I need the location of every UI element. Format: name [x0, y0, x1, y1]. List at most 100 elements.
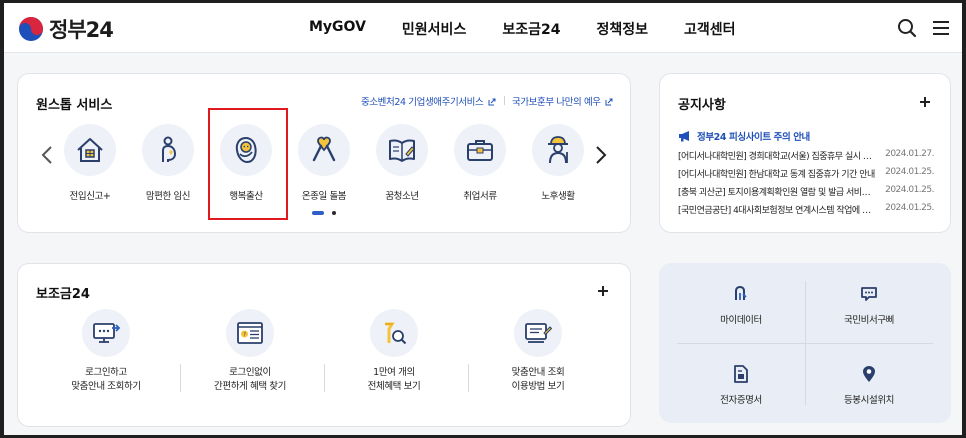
logo-text: 정부24 — [49, 18, 114, 42]
sme-lifecycle-link[interactable]: 중소벤처24 기업생애주기서비스 — [361, 94, 496, 108]
quick-facility-location[interactable]: 등봉시설위치 — [809, 365, 929, 415]
veterans-link-label: 국가보훈부 나만의 예우 — [512, 97, 601, 108]
phishing-notice-text: 정부24 피싱사이트 주의 안내 — [697, 132, 810, 143]
service-icon-bg — [454, 124, 506, 176]
svg-text:?: ? — [243, 332, 246, 338]
house-icon — [77, 138, 103, 162]
one-stop-card: 원스톱 서비스 중소벤처24 기업생애주기서비스 국가보훈부 나만의 예우 전입… — [17, 73, 631, 233]
nav-policy[interactable]: 정책정보 — [596, 19, 648, 39]
notice-item[interactable]: [충북 괴산군] 토지이용계획확인원 열람 및 발급 서비스 일시 중단 안내 … — [678, 185, 934, 199]
subsidy-label: 1만여 개의 전체혜택 보기 — [367, 367, 421, 392]
subsidy-divider — [324, 364, 325, 392]
subsidy-divider — [180, 364, 181, 392]
carousel-dot-active[interactable] — [312, 211, 324, 215]
quick-mydata[interactable]: 마이데이터 — [681, 285, 801, 335]
one-stop-title: 원스톱 서비스 — [36, 98, 113, 113]
notice-title: 공지사항 — [678, 98, 726, 113]
service-youth[interactable]: 꿈청소년 — [367, 124, 437, 214]
monitor-login-icon — [93, 323, 121, 343]
subsidy-login-search[interactable]: 로그인하고 맞춤안내 조회하기 — [33, 309, 179, 399]
service-icon-bg — [64, 124, 116, 176]
subsidy-icon-bg — [370, 309, 418, 357]
carousel-prev-icon[interactable] — [40, 144, 54, 166]
service-pregnancy[interactable]: 맘편한 임신 — [133, 124, 203, 214]
magnifier-icon — [385, 322, 407, 345]
service-label: 꿈청소년 — [385, 191, 419, 202]
service-icon-bg — [532, 124, 584, 176]
chat-icon — [861, 287, 877, 301]
quick-menu-panel: 마이데이터 국민비서구삐 전자증명서 등봉시설위치 — [659, 263, 951, 423]
notice-more-plus-icon[interactable] — [918, 95, 932, 109]
taegeuk-logo-icon — [19, 17, 43, 41]
quick-label: 마이데이터 — [720, 315, 762, 326]
page-frame: 정부24 MyGOV 민원서비스 보조금24 정책정보 고객센터 원스톱 서비스… — [4, 3, 962, 435]
site-logo[interactable]: 정부24 — [18, 14, 114, 44]
service-icon-bg — [298, 124, 350, 176]
elder-icon — [548, 136, 568, 164]
quick-label: 전자증명서 — [720, 395, 762, 406]
certificate-icon — [734, 365, 748, 383]
nav-civil-service[interactable]: 민원서비스 — [402, 19, 466, 39]
notice-item[interactable]: [어디서나대학민원] 한남대학교 동계 집중휴가 기간 안내 2024.01.2… — [678, 167, 934, 181]
location-icon — [863, 366, 875, 382]
service-retirement[interactable]: 노후생활 — [523, 124, 593, 214]
service-job-docs[interactable]: 취업서류 — [445, 124, 515, 214]
ribbon-icon — [312, 136, 336, 162]
notice-item[interactable]: [국민연금공단] 4대사회보험정보 연계시스템 작업에 따른 서비스 중단 안내… — [678, 203, 934, 217]
veterans-link[interactable]: 국가보훈부 나만의 예우 — [512, 94, 613, 108]
service-icon-bg — [142, 124, 194, 176]
carousel-next-icon[interactable] — [594, 144, 608, 166]
subsidy-no-login-search[interactable]: ? 로그인없이 간편하게 혜택 찾기 — [177, 309, 323, 399]
external-link-icon — [605, 98, 613, 106]
quick-label: 국민비서구삐 — [843, 315, 895, 326]
phishing-notice-link[interactable]: 정부24 피싱사이트 주의 안내 — [678, 129, 810, 143]
service-label: 온종일 돌봄 — [301, 191, 347, 202]
subsidy-divider — [468, 364, 469, 392]
nav-mygov[interactable]: MyGOV — [309, 19, 366, 39]
quick-divider-horizontal — [677, 343, 933, 344]
search-icon[interactable] — [896, 17, 918, 39]
carousel-pagination — [312, 211, 336, 215]
header: 정부24 MyGOV 민원서비스 보조금24 정책정보 고객센터 — [4, 3, 962, 53]
notice-item-date: 2024.01.25. — [885, 167, 934, 177]
notice-item[interactable]: [어디서나대학민원] 경희대학교(서울) 집중휴무 실시 안내 2024.01.… — [678, 149, 934, 163]
notice-item-title: [국민연금공단] 4대사회보험정보 연계시스템 작업에 따른 서비스 중단 안내 — [678, 206, 878, 216]
notice-item-title: [충북 괴산군] 토지이용계획확인원 열람 및 발급 서비스 일시 중단 안내 — [678, 188, 877, 198]
megaphone-icon — [679, 131, 689, 142]
service-all-day-care[interactable]: 온종일 돌봄 — [289, 124, 359, 214]
subsidy-more-plus-icon[interactable] — [596, 284, 610, 298]
nav-customer-center[interactable]: 고객센터 — [684, 19, 736, 39]
subsidy-label: 로그인없이 간편하게 혜택 찾기 — [214, 367, 286, 392]
nav-subsidy[interactable]: 보조금24 — [502, 19, 560, 39]
subsidy-icon-bg — [514, 309, 562, 357]
quick-gubbi[interactable]: 국민비서구삐 — [809, 285, 929, 335]
subsidy-card: 보조금24 로그인하고 맞춤안내 조회하기 ? 로그인없이 간편하게 혜택 찾기… — [17, 263, 631, 427]
notice-item-date: 2024.01.25. — [885, 185, 934, 195]
subsidy-icon-bg — [82, 309, 130, 357]
sme-lifecycle-link-label: 중소벤처24 기업생애주기서비스 — [361, 97, 484, 108]
service-icon-bg — [376, 124, 428, 176]
global-nav: MyGOV 민원서비스 보조금24 정책정보 고객센터 — [309, 19, 736, 39]
quick-e-certificate[interactable]: 전자증명서 — [681, 365, 801, 415]
menu-icon[interactable] — [930, 17, 952, 39]
service-label: 노후생활 — [541, 191, 575, 202]
selection-highlight-box — [208, 108, 288, 220]
guide-screen-icon — [525, 323, 553, 343]
subsidy-how-to-use[interactable]: 맞춤안내 조회 이용방법 보기 — [465, 309, 611, 399]
book-icon — [389, 139, 415, 162]
briefcase-icon — [467, 140, 493, 161]
notice-card: 공지사항 정부24 피싱사이트 주의 안내 [어디서나대학민원] 경희대학교(서… — [659, 73, 951, 233]
quick-label: 등봉시설위치 — [843, 395, 895, 406]
subsidy-all-benefits[interactable]: 1만여 개의 전체혜택 보기 — [321, 309, 467, 399]
notice-item-title: [어디서나대학민원] 경희대학교(서울) 집중휴무 실시 안내 — [678, 152, 878, 162]
mydata-icon — [735, 285, 747, 300]
external-link-icon — [488, 98, 496, 106]
subsidy-label: 로그인하고 맞춤안내 조회하기 — [71, 367, 141, 392]
list-search-icon: ? — [237, 322, 263, 344]
service-move-in[interactable]: 전입신고+ — [55, 124, 125, 214]
link-divider — [504, 96, 505, 105]
subsidy-label: 맞춤안내 조회 이용방법 보기 — [511, 367, 565, 392]
subsidy-icon-bg: ? — [226, 309, 274, 357]
carousel-dot[interactable] — [332, 211, 336, 215]
service-label: 전입신고+ — [69, 191, 111, 202]
